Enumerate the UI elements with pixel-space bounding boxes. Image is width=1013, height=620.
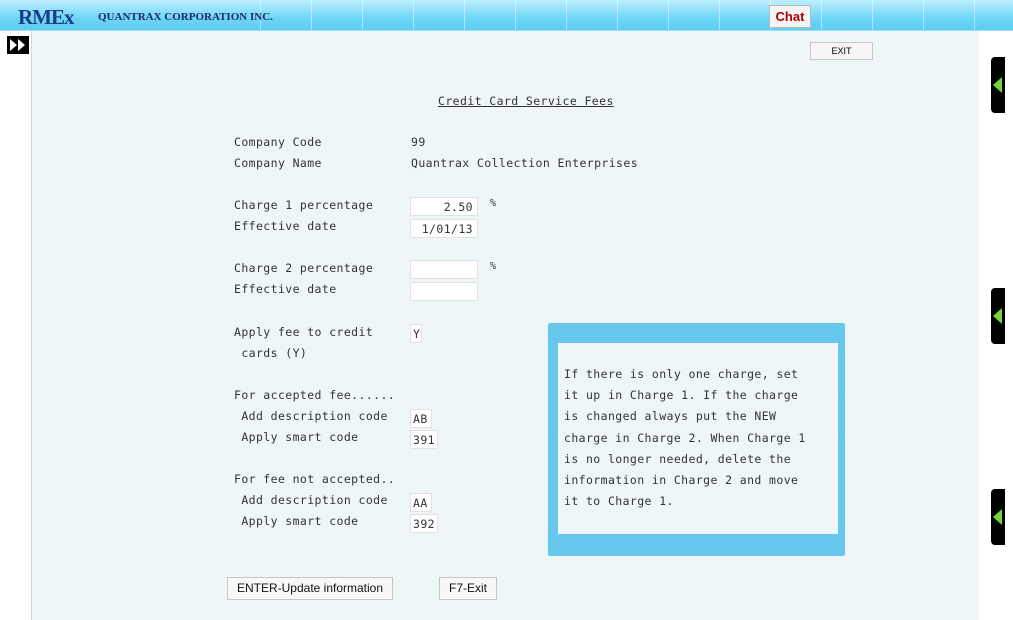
side-tab-bottom[interactable] bbox=[991, 489, 1005, 545]
expand-menu-icon[interactable] bbox=[7, 36, 29, 54]
help-line: If there is only one charge, set bbox=[564, 367, 799, 381]
page-title: Credit Card Service Fees bbox=[438, 94, 614, 108]
top-bar: RMEx QUANTRAX CORPORATION INC. Chat bbox=[0, 0, 1013, 31]
accepted-smart-code-label: Apply smart code bbox=[234, 430, 359, 444]
help-line: charge in Charge 2. When Charge 1 bbox=[564, 430, 806, 445]
effective-date-2-label: Effective date bbox=[234, 282, 337, 296]
accepted-desc-code-input[interactable]: AB bbox=[410, 409, 432, 428]
collapse-arrow-icon bbox=[993, 77, 1002, 93]
apply-fee-label-cont: cards (Y) bbox=[234, 346, 308, 360]
charge1-label: Charge 1 percentage bbox=[234, 198, 374, 212]
effective-date-1-input[interactable]: 1/01/13 bbox=[410, 219, 478, 238]
charge2-percent-sign: % bbox=[490, 261, 497, 272]
company-code-value: 99 bbox=[411, 135, 426, 149]
help-line: is changed always put the NEW bbox=[564, 409, 777, 424]
exit-button[interactable]: EXIT bbox=[810, 42, 873, 60]
accepted-desc-code-label: Add description code bbox=[234, 409, 388, 423]
company-code-label: Company Code bbox=[234, 135, 322, 149]
side-tab-middle[interactable] bbox=[991, 288, 1005, 344]
charge1-percent-sign: % bbox=[490, 198, 497, 209]
company-name-header: QUANTRAX CORPORATION INC. bbox=[98, 11, 273, 23]
left-sidebar bbox=[0, 31, 32, 620]
not-accepted-smart-code-label: Apply smart code bbox=[234, 514, 359, 528]
effective-date-2-input[interactable] bbox=[410, 282, 478, 301]
not-accepted-desc-code-label: Add description code bbox=[234, 493, 388, 507]
effective-date-1-label: Effective date bbox=[234, 219, 337, 233]
apply-fee-label: Apply fee to credit bbox=[234, 325, 374, 339]
collapse-arrow-icon bbox=[993, 308, 1002, 324]
not-accepted-desc-code-input[interactable]: AA bbox=[410, 493, 432, 512]
help-line: is no longer needed, delete the bbox=[564, 451, 792, 466]
help-line: it to Charge 1. bbox=[564, 494, 674, 509]
top-bar-grid bbox=[260, 0, 1013, 30]
chat-button[interactable]: Chat bbox=[769, 5, 811, 28]
app-logo: RMEx bbox=[18, 5, 74, 29]
company-name-value: Quantrax Collection Enterprises bbox=[411, 156, 639, 170]
charge1-percentage-input[interactable]: 2.50 bbox=[410, 197, 478, 216]
help-line: it up in Charge 1. If the charge bbox=[564, 388, 799, 403]
not-accepted-smart-code-input[interactable]: 392 bbox=[410, 514, 438, 533]
f7-exit-button[interactable]: F7-Exit bbox=[439, 577, 497, 600]
not-accepted-fee-heading: For fee not accepted.. bbox=[234, 472, 396, 486]
help-text: If there is only one charge, set it up i… bbox=[564, 364, 836, 512]
apply-fee-input[interactable]: Y bbox=[410, 324, 422, 343]
help-line: information in Charge 2 and move bbox=[564, 473, 799, 488]
charge2-label: Charge 2 percentage bbox=[234, 261, 374, 275]
accepted-smart-code-input[interactable]: 391 bbox=[410, 430, 438, 449]
collapse-arrow-icon bbox=[993, 509, 1002, 525]
update-information-button[interactable]: ENTER-Update information bbox=[227, 577, 393, 600]
side-tab-top[interactable] bbox=[991, 57, 1005, 113]
charge2-percentage-input[interactable] bbox=[410, 260, 478, 279]
company-name-label: Company Name bbox=[234, 156, 322, 170]
accepted-fee-heading: For accepted fee...... bbox=[234, 388, 396, 402]
